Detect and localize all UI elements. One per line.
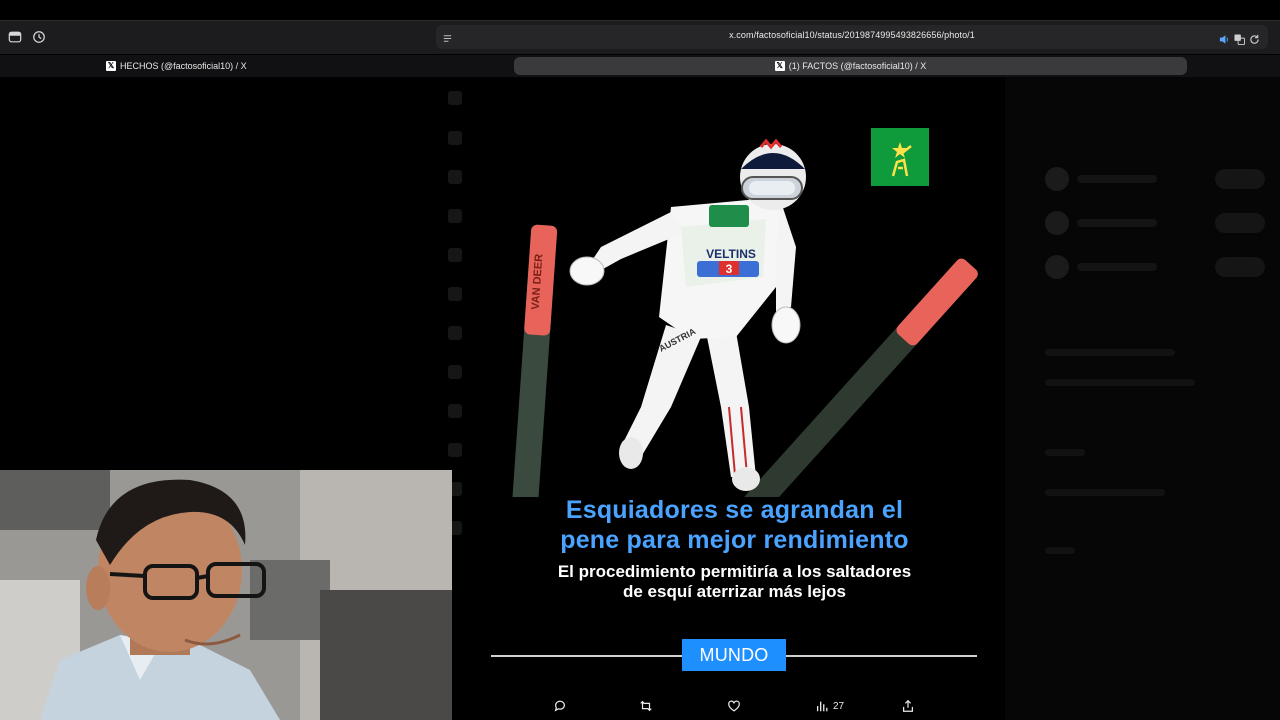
like-button[interactable]: [727, 697, 741, 715]
repost-button[interactable]: [639, 697, 653, 715]
tab-bar: 𝕏 HECHOS (@factosoficial10) / X 𝕏 (1) FA…: [0, 55, 1280, 77]
dimmed-right-column: [1005, 77, 1280, 720]
bib-number: 3: [726, 262, 733, 276]
reply-icon: [554, 700, 565, 712]
repost-icon: [640, 700, 652, 712]
webcam-overlay: [0, 470, 452, 720]
address-bar[interactable]: x.com/factosoficial10/status/20198749954…: [436, 25, 1268, 49]
like-icon: [728, 700, 740, 712]
tab-hechos[interactable]: 𝕏 HECHOS (@factosoficial10) / X: [106, 57, 406, 75]
history-icon[interactable]: [32, 30, 48, 46]
reload-icon[interactable]: [1249, 32, 1260, 44]
tab-label: HECHOS (@factosoficial10) / X: [120, 61, 247, 71]
divider-left: [491, 655, 682, 657]
presenter-video: [0, 470, 452, 720]
translate-icon[interactable]: [1234, 32, 1245, 45]
x-logo-icon: 𝕏: [106, 61, 116, 71]
views-count: 27: [833, 700, 845, 712]
reply-button[interactable]: [553, 697, 567, 715]
bib-sponsor: VELTINS: [706, 247, 756, 261]
category-badge: MUNDO: [682, 639, 786, 671]
headline-line-1: Esquiadores se agrandan el: [565, 496, 904, 524]
publisher-logo: [871, 128, 929, 186]
headline-line-2: pene para mejor rendimiento: [560, 526, 909, 554]
sidebar-icon[interactable]: [8, 30, 24, 46]
url-text: x.com/factosoficial10/status/20198749954…: [729, 30, 975, 40]
tab-label: (1) FACTOS (@factosoficial10) / X: [788, 61, 927, 71]
subheadline-line-2: de esquí aterrizar más lejos: [623, 582, 846, 601]
views-icon: [816, 701, 828, 712]
views-button[interactable]: 27: [815, 697, 844, 715]
speaker-icon[interactable]: [1219, 32, 1230, 44]
x-logo-icon: 𝕏: [774, 61, 785, 71]
subheadline: El procedimiento permitiría a los saltad…: [491, 562, 978, 602]
subheadline-line-1: El procedimiento permitiría a los saltad…: [557, 562, 912, 581]
share-button[interactable]: [901, 697, 915, 715]
window-top-strip: [0, 0, 1280, 20]
tab-factos[interactable]: 𝕏 (1) FACTOS (@factosoficial10) / X: [514, 57, 1187, 75]
headline: Esquiadores se agrandan el pene para mej…: [491, 495, 978, 555]
share-icon: [903, 699, 913, 712]
post-photo[interactable]: VAN DEER VELTINS 3 AUSTRIA Esquiadores s…: [491, 77, 978, 720]
divider-right: [786, 655, 977, 657]
